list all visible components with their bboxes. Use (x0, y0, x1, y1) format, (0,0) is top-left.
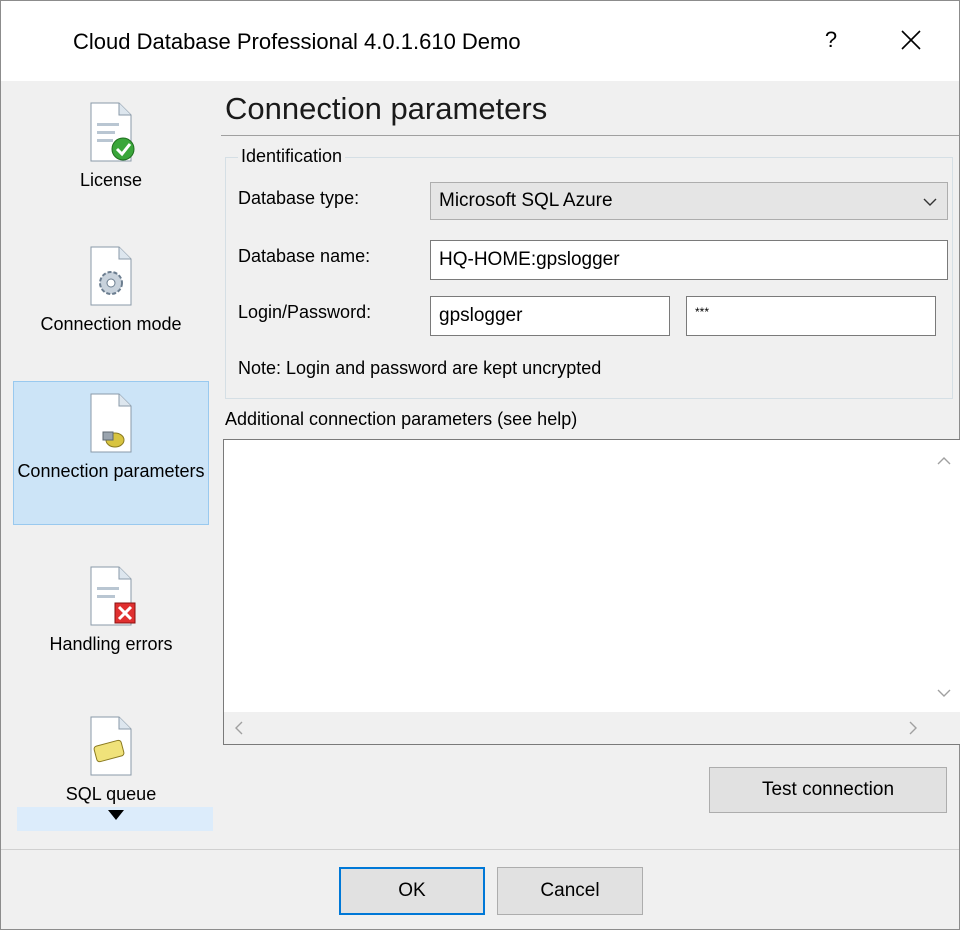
sidebar-item-label: License (79, 170, 143, 190)
vertical-scrollbar[interactable] (928, 440, 960, 712)
sidebar-item-connection-mode[interactable]: Connection mode (13, 245, 209, 335)
chevron-down-icon (923, 198, 937, 206)
window-title: Cloud Database Professional 4.0.1.610 De… (73, 29, 521, 54)
chevron-down-icon (937, 689, 951, 697)
additional-parameters-label: Additional connection parameters (see he… (225, 409, 578, 429)
sidebar-item-license[interactable]: License (13, 101, 209, 191)
dialog-window: Cloud Database Professional 4.0.1.610 De… (0, 0, 960, 930)
connection-parameters-panel: Connection parameters Identification Dat… (221, 81, 960, 841)
sidebar-item-label: Connection mode (40, 314, 182, 334)
page-title: Connection parameters (225, 91, 548, 126)
database-name-input[interactable]: HQ-HOME:gpslogger (430, 240, 948, 280)
footer-divider (1, 849, 959, 850)
identification-group: Identification Database type: Microsoft … (225, 146, 953, 399)
title-bar: Cloud Database Professional 4.0.1.610 De… (1, 1, 959, 81)
gear-document-icon (90, 246, 132, 306)
sidebar-item-connection-parameters[interactable]: Connection parameters (13, 381, 209, 525)
database-type-value: Microsoft SQL Azure (439, 190, 613, 211)
ok-button[interactable]: OK (339, 867, 485, 915)
database-name-label: Database name: (238, 246, 371, 266)
encryption-note: Note: Login and password are kept uncryp… (238, 358, 602, 378)
sidebar-item-label: Handling errors (49, 634, 173, 654)
error-document-icon (90, 566, 136, 626)
help-button[interactable]: ? (807, 15, 855, 65)
login-input[interactable]: gpslogger (430, 296, 670, 336)
sidebar-item-handling-errors[interactable]: Handling errors (13, 565, 209, 655)
scrollbar-corner (928, 712, 960, 744)
plug-document-icon (90, 393, 132, 453)
close-icon (901, 30, 921, 50)
test-connection-button[interactable]: Test connection (709, 767, 947, 813)
sidebar-item-sql-queue[interactable]: SQL queue (13, 715, 209, 805)
horizontal-scrollbar[interactable] (224, 712, 928, 744)
database-type-label: Database type: (238, 188, 360, 208)
group-title: Identification (238, 146, 346, 167)
chevron-left-icon (235, 721, 243, 735)
sidebar-item-label: Connection parameters (17, 461, 205, 481)
chevron-up-icon (937, 457, 951, 465)
login-password-label: Login/Password: (238, 302, 372, 322)
additional-parameters-textarea[interactable] (223, 439, 960, 745)
sidebar-scroll-down[interactable] (17, 807, 213, 831)
license-check-icon (90, 102, 135, 162)
sidebar-item-label: SQL queue (65, 784, 157, 804)
sidebar-nav: License Connection mode Connection param… (13, 81, 213, 841)
chevron-right-icon (909, 721, 917, 735)
database-type-select[interactable]: Microsoft SQL Azure (430, 182, 948, 220)
heading-divider (221, 135, 959, 136)
close-button[interactable] (887, 15, 935, 65)
queue-document-icon (90, 716, 132, 776)
cancel-button[interactable]: Cancel (497, 867, 643, 915)
password-input[interactable]: *** (686, 296, 936, 336)
triangle-down-icon (108, 810, 124, 820)
